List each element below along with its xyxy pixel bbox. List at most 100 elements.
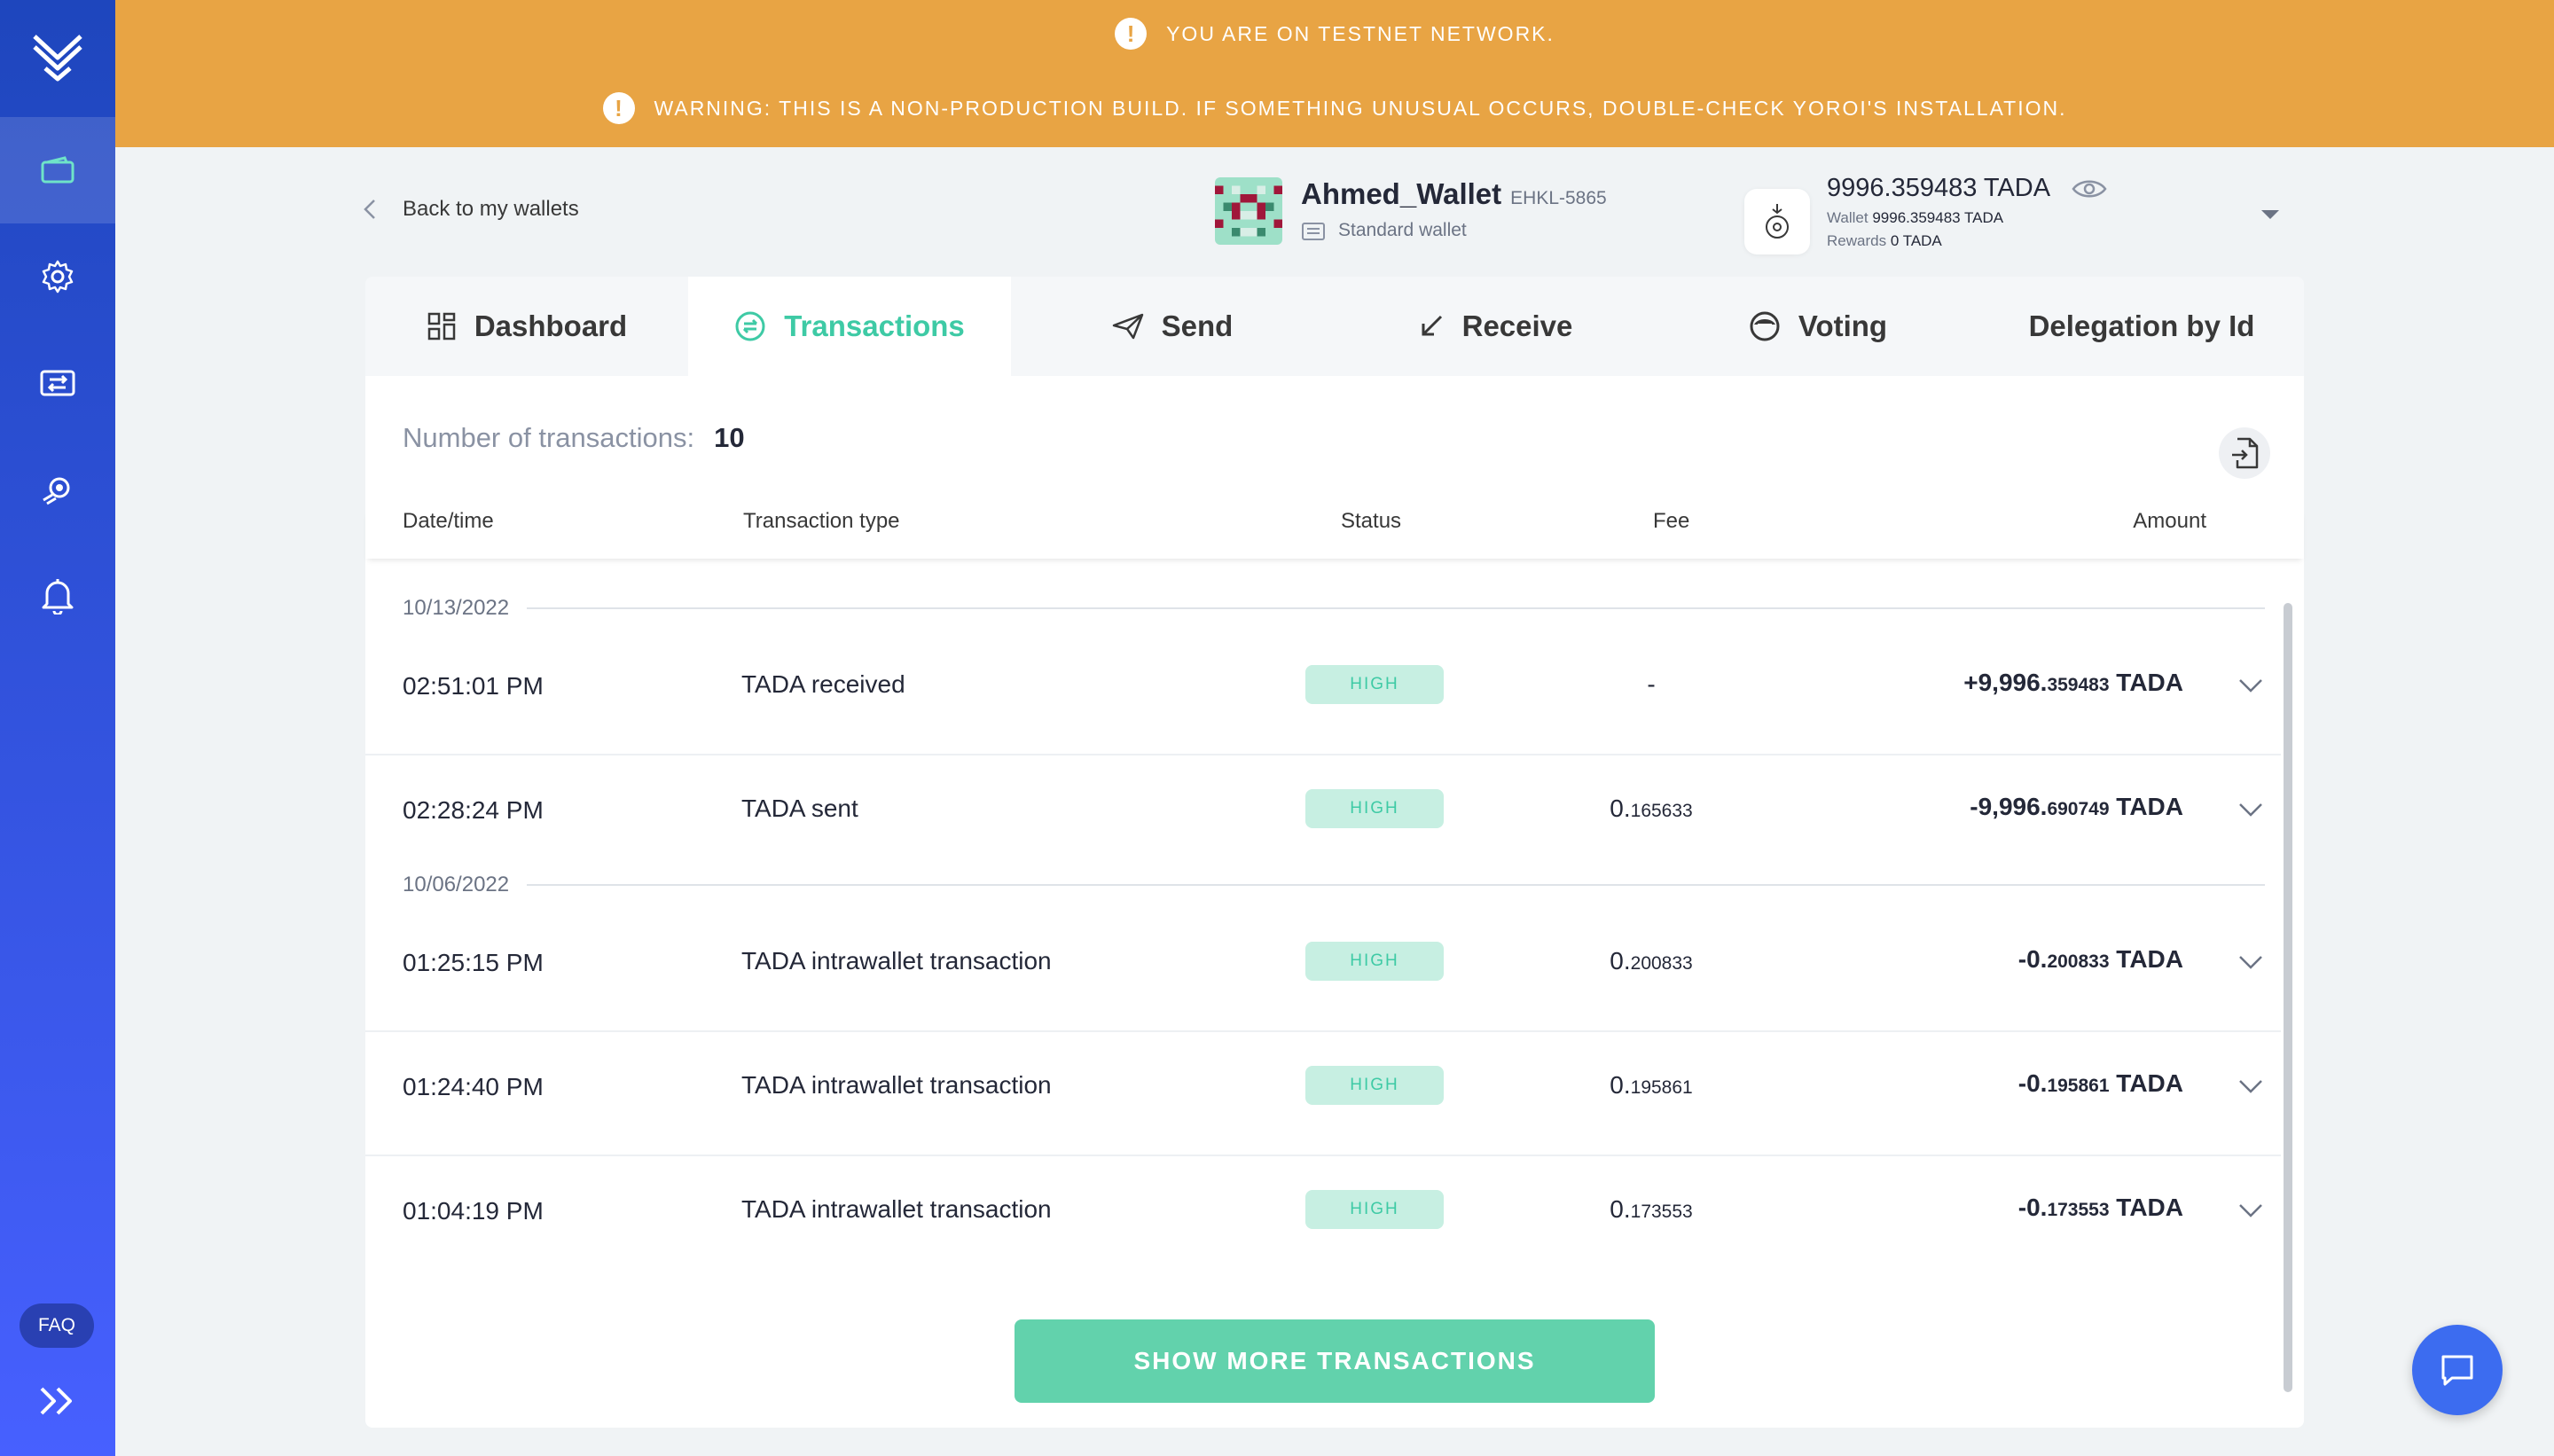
tx-amount: -9,996.690749 TADA [1970, 793, 2183, 821]
chevron-left-icon [364, 200, 375, 219]
rewards-label: Rewards [1827, 232, 1887, 249]
send-icon [1112, 313, 1143, 340]
sidebar-item-notifications[interactable] [0, 543, 115, 649]
tx-amount: -0.195861 TADA [2018, 1069, 2183, 1098]
column-fee: Fee [1653, 509, 1690, 533]
fee-decimals: 173553 [1630, 1202, 1693, 1222]
fee-main: 0. [1610, 1071, 1631, 1099]
date-label: 10/13/2022 [403, 596, 510, 620]
transaction-row[interactable]: 02:28:24 PM TADA sent HIGH 0.165633 -9,9… [365, 755, 2281, 880]
voting-icon [1750, 311, 1780, 341]
column-status: Status [1341, 509, 1402, 533]
wallet-type-icon [1302, 223, 1325, 240]
tab-receive[interactable]: Receive [1334, 277, 1657, 376]
tab-label: Receive [1461, 309, 1573, 342]
status-badge: HIGH [1305, 665, 1444, 704]
status-badge: HIGH [1305, 789, 1444, 828]
sidebar-item-wallets[interactable] [0, 117, 115, 223]
amount-main: -0. [2017, 1069, 2048, 1097]
tab-dashboard[interactable]: Dashboard [365, 277, 688, 376]
show-more-transactions-button[interactable]: SHOW MORE TRANSACTIONS [1015, 1319, 1655, 1403]
sidebar-item-settings[interactable] [0, 223, 115, 330]
transactions-icon [735, 311, 765, 341]
chat-bubble-icon [2441, 1355, 2473, 1386]
tab-delegation-by-id[interactable]: Delegation by Id [1979, 277, 2304, 376]
amount-decimals: 359483 [2047, 675, 2110, 695]
fee-decimals: 200833 [1630, 953, 1693, 974]
date-group-header: 10/06/2022 [403, 873, 2265, 897]
transaction-count-value: 10 [714, 422, 745, 453]
tab-voting[interactable]: Voting [1657, 277, 1979, 376]
staking-icon [43, 477, 70, 505]
chevron-down-icon[interactable] [2235, 1197, 2267, 1224]
amount-main: -9,996. [1970, 793, 2048, 820]
tx-type: TADA intrawallet transaction [741, 947, 1052, 975]
balance-icon-box [1744, 189, 1810, 254]
faq-button[interactable]: FAQ [20, 1303, 94, 1348]
tab-send[interactable]: Send [1011, 277, 1334, 376]
wallet-name-block: Ahmed_Wallet EHKL-5865 [1301, 177, 1607, 211]
tx-time: 02:51:01 PM [403, 672, 544, 700]
amount-unit: TADA [2109, 669, 2183, 696]
tx-fee: 0.195861 [1580, 1071, 1722, 1100]
caret-down-icon [2261, 210, 2279, 219]
tx-type: TADA sent [741, 795, 858, 822]
amount-main: -0. [2017, 945, 2048, 973]
scrollbar[interactable] [2284, 603, 2292, 1401]
transaction-row[interactable]: 01:24:40 PM TADA intrawallet transaction… [365, 1032, 2281, 1156]
ada-coin-icon [1766, 204, 1789, 239]
wallet-balance-value: 9996.359483 TADA [1872, 209, 2004, 226]
fee-main: - [1647, 670, 1656, 698]
amount-main: -0. [2017, 1194, 2048, 1221]
export-transactions-button[interactable] [2219, 427, 2270, 479]
wallet-tabs: Dashboard Transactions Send Receive Voti… [365, 277, 2304, 376]
testnet-notice: ! YOU ARE ON TESTNET NETWORK. [115, 16, 2554, 51]
chevron-down-icon[interactable] [2235, 796, 2267, 823]
expand-sidebar-button[interactable] [0, 1370, 115, 1432]
chevron-down-icon[interactable] [2235, 949, 2267, 975]
transaction-count: Number of transactions: 10 [403, 422, 745, 454]
wallet-balance-label: Wallet [1827, 209, 1868, 226]
date-label: 10/06/2022 [403, 873, 510, 896]
tx-fee: 0.173553 [1580, 1195, 1722, 1224]
tx-type: TADA intrawallet transaction [741, 1071, 1052, 1099]
eye-icon[interactable] [2072, 177, 2107, 200]
amount-decimals: 195861 [2047, 1076, 2110, 1096]
chat-support-button[interactable] [2412, 1325, 2503, 1415]
exclamation-icon: ! [1115, 18, 1148, 50]
chevron-down-icon[interactable] [2235, 672, 2267, 699]
transactions-table-header: Date/time Transaction type Status Fee Am… [365, 509, 2304, 559]
wallet-type-label: Standard wallet [1338, 220, 1467, 240]
amount-decimals: 173553 [2047, 1200, 2110, 1220]
transaction-row[interactable]: 01:25:15 PM TADA intrawallet transaction… [365, 908, 2281, 1032]
warning-text: WARNING: THIS IS A NON-PRODUCTION BUILD.… [654, 96, 2067, 120]
divider [527, 607, 2265, 609]
amount-unit: TADA [2109, 793, 2183, 820]
wallet-type: Standard wallet [1301, 220, 1467, 241]
sidebar-item-transfer[interactable] [0, 330, 115, 436]
wallet-details-dropdown[interactable] [2258, 206, 2283, 223]
column-transaction-type: Transaction type [743, 509, 900, 533]
tab-label: Transactions [784, 309, 965, 342]
sidebar-item-staking[interactable] [0, 436, 115, 543]
column-datetime: Date/time [403, 509, 494, 533]
transaction-row[interactable]: 02:51:01 PM TADA received HIGH - +9,996.… [365, 631, 2281, 755]
tab-label: Delegation by Id [2028, 309, 2255, 342]
fee-main: 0. [1610, 1195, 1631, 1223]
amount-unit: TADA [2109, 1069, 2183, 1097]
tx-time: 01:04:19 PM [403, 1197, 544, 1225]
date-group-header: 10/13/2022 [403, 596, 2265, 621]
back-label: Back to my wallets [403, 197, 579, 221]
chevron-down-icon[interactable] [2235, 1073, 2267, 1100]
export-file-icon [2232, 437, 2259, 469]
transaction-row[interactable]: 01:04:19 PM TADA intrawallet transaction… [365, 1156, 2281, 1280]
yoroi-logo[interactable] [0, 0, 115, 115]
back-to-wallets-link[interactable]: Back to my wallets [364, 197, 579, 222]
fee-decimals: 165633 [1630, 801, 1693, 821]
bell-icon [42, 579, 74, 614]
sidebar: FAQ [0, 0, 115, 1456]
tab-transactions[interactable]: Transactions [688, 277, 1011, 376]
rewards-line: Rewards 0 TADA [1827, 232, 1942, 250]
scrollbar-thumb[interactable] [2284, 603, 2292, 1392]
transactions-card: Number of transactions: 10 Date/time Tra… [365, 376, 2304, 1428]
